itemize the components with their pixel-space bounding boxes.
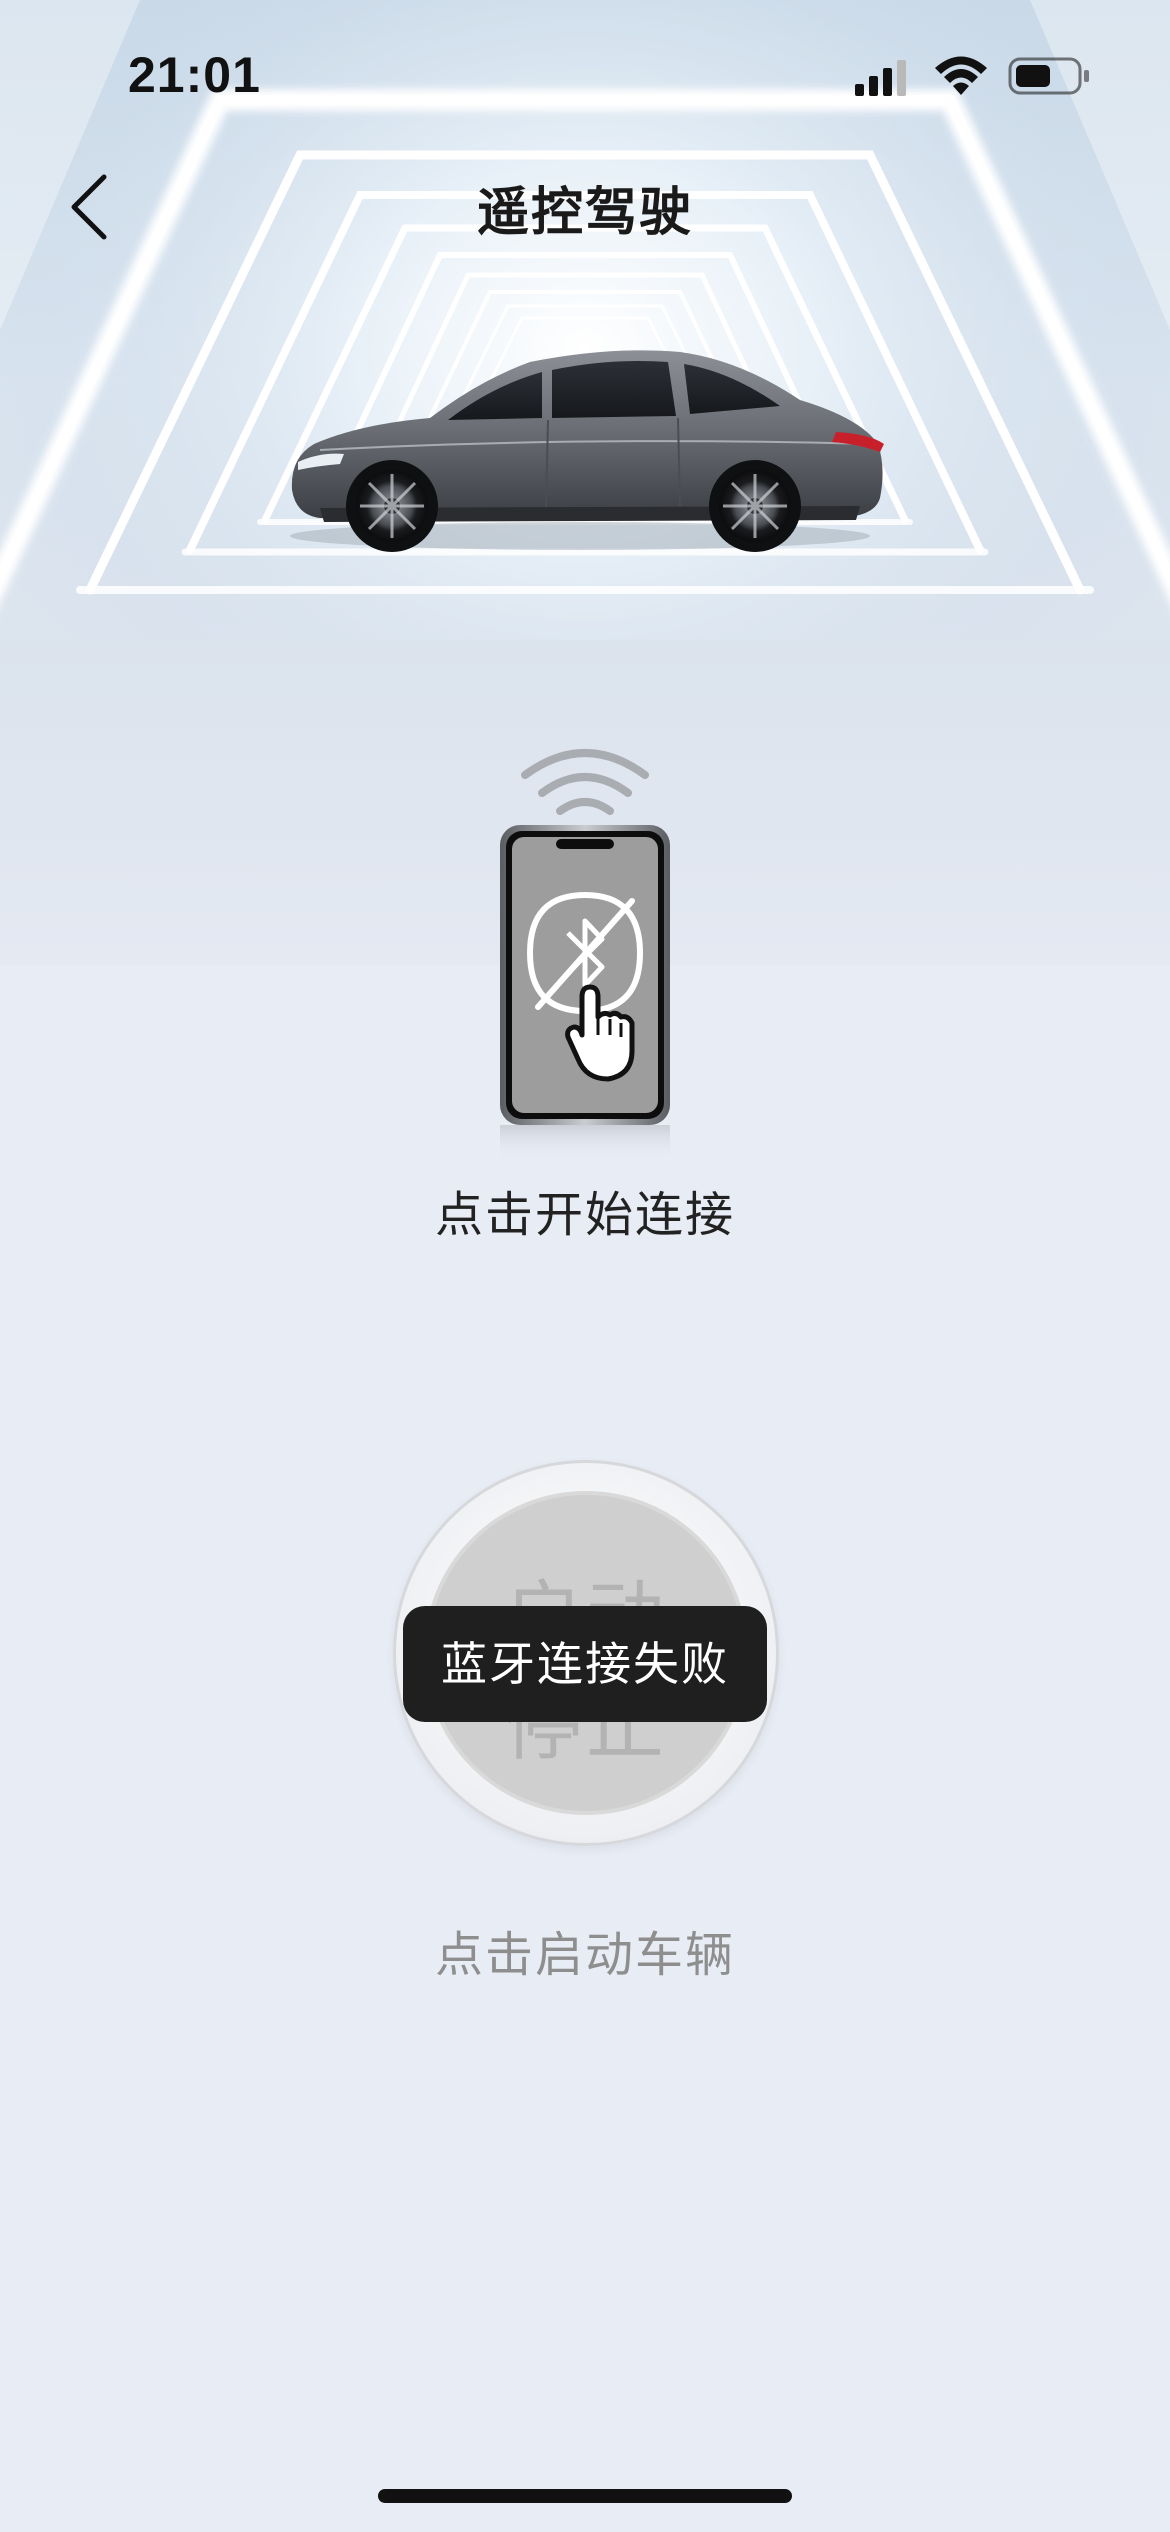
car-image (290, 350, 884, 552)
status-time: 21:01 (128, 47, 261, 103)
home-indicator[interactable] (378, 2489, 792, 2503)
status-bar: 21:01 (0, 0, 1170, 150)
page-title: 遥控驾驶 (476, 183, 693, 243)
start-vehicle-caption: 点击启动车辆 (434, 1927, 735, 1983)
bluetooth-disabled-phone-icon (500, 749, 670, 1161)
connect-label: 点击开始连接 (434, 1187, 735, 1243)
remote-driving-screen: 21:01 遥控驾驶 点击开始连接 停止 点击启动车辆 蓝牙连接失败 (0, 0, 1170, 2532)
battery-icon (1008, 57, 1089, 95)
signal-icon (855, 60, 906, 96)
bluetooth-failed-toast: 蓝牙连接失败 (403, 1606, 767, 1722)
wifi-icon (935, 56, 987, 95)
bluetooth-connect-button[interactable] (490, 735, 680, 1175)
